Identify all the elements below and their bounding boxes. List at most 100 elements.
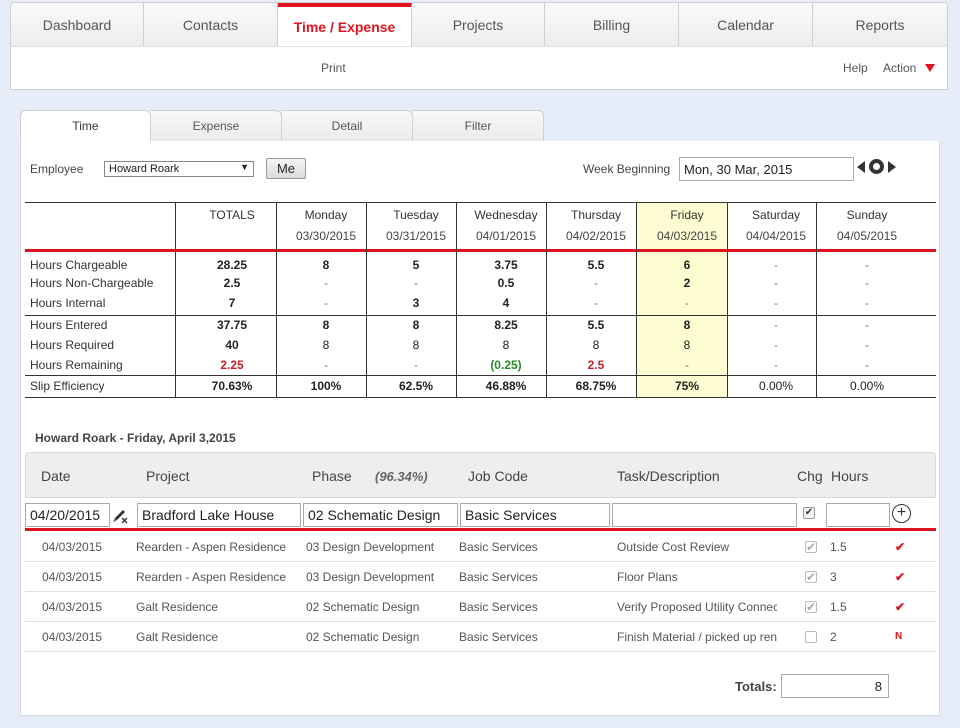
entry-phase-input[interactable]: 02 Schematic Design [303,503,458,527]
me-button[interactable]: Me [266,158,306,179]
add-entry-icon[interactable]: + [892,504,911,523]
col-project[interactable]: Project [146,468,190,484]
col-phase[interactable]: Phase [312,468,352,484]
entry-task-input[interactable] [612,503,797,527]
time-entry-row[interactable]: 04/03/2015 Rearden - Aspen Residence 03 De… [25,562,936,592]
entry-project-input[interactable]: Bradford Lake House [137,503,301,527]
summary-cell: - [594,276,598,290]
entry-phase: 03 Design Development [306,540,435,554]
entry-project: Rearden - Aspen Residence [136,570,287,584]
header-divider [25,249,936,252]
summary-cell: - [324,296,328,310]
tab-filter[interactable]: Filter [413,110,544,142]
column-header: Tuesday 03/31/2015 [372,208,460,243]
column-day: Wednesday [474,208,538,222]
summary-cell: 0.5 [497,276,515,290]
summary-cell: 8.25 [494,318,518,332]
tab-time[interactable]: Time [20,110,151,142]
chg-checkbox[interactable]: ✔ [805,571,817,583]
summary-cell: - [414,276,418,290]
print-link[interactable]: Print [321,61,346,75]
entry-date: 04/03/2015 [42,630,103,644]
summary-cell: 8 [322,338,330,352]
tab-calendar[interactable]: Calendar [679,3,813,46]
summary-cell: - [865,276,869,290]
column-day: Thursday [570,208,622,222]
col-job-code[interactable]: Job Code [468,468,528,484]
chg-checkbox[interactable] [805,631,817,643]
column-day: TOTALS [209,208,255,222]
entry-hours: 1.5 [830,540,847,554]
entry-job-code: Basic Services [459,630,538,644]
time-subtabs: Time Expense Detail Filter [20,110,545,142]
week-beginning-label: Week Beginning [583,162,671,176]
column-day: Friday [670,208,704,222]
column-date: 04/05/2015 [836,229,898,243]
column-header: Sunday 04/05/2015 [823,208,911,243]
tab-detail[interactable]: Detail [282,110,413,142]
entry-divider [25,528,936,531]
entry-date: 04/03/2015 [42,600,103,614]
summary-cell: 0.00% [849,379,885,393]
time-entry-row[interactable]: 04/03/2015 Galt Residence 02 Schematic Des… [25,622,936,652]
tab-dashboard[interactable]: Dashboard [11,3,144,46]
summary-cell: - [685,358,689,372]
entry-job-code-input[interactable]: Basic Services [460,503,610,527]
week-beginning-input[interactable]: Mon, 30 Mar, 2015 [679,157,854,181]
column-day: Sunday [846,208,888,222]
approved-check-icon: ✔ [895,540,906,554]
action-menu[interactable]: Action [883,61,916,75]
summary-cell: 40 [225,338,239,352]
help-link[interactable]: Help [843,61,868,75]
entry-date: 04/03/2015 [42,540,103,554]
previous-week-icon[interactable] [857,161,865,173]
tab-billing[interactable]: Billing [545,3,679,46]
entry-hours-input[interactable] [826,503,890,527]
tab-projects[interactable]: Projects [412,3,545,46]
entry-job-code: Basic Services [459,570,538,584]
dropdown-arrow-icon: ▼ [240,162,249,172]
pen-clear-icon[interactable] [111,508,129,524]
totals-label: Totals: [735,679,777,694]
status-not-approved: N [895,631,903,642]
summary-cell: 70.63% [211,379,253,393]
column-header: Monday 03/30/2015 [282,208,370,243]
tab-expense[interactable]: Expense [151,110,282,142]
caret-down-icon[interactable] [925,64,935,72]
summary-cell: 3.75 [494,258,518,272]
current-week-icon[interactable] [869,159,884,174]
tab-time-expense[interactable]: Time / Expense [278,3,412,46]
detail-title: Howard Roark - Friday, April 3,2015 [35,431,236,445]
tab-contacts[interactable]: Contacts [144,3,278,46]
row-label: Hours Chargeable [30,258,128,272]
col-chg[interactable]: Chg [797,468,823,484]
col-task[interactable]: Task/Description [617,468,720,484]
summary-cell: 75% [674,379,700,393]
employee-select[interactable]: Howard Roark ▼ [104,161,254,177]
summary-cell: - [865,318,869,332]
summary-cell: 2 [683,276,691,290]
entry-task: Finish Material / picked up renderings [617,630,777,644]
summary-cell: 2.5 [223,276,241,290]
chg-checkbox[interactable]: ✔ [805,541,817,553]
time-entry-row[interactable]: 04/03/2015 Galt Residence 02 Schematic Des… [25,592,936,622]
entry-hours: 1.5 [830,600,847,614]
col-date[interactable]: Date [41,468,71,484]
entry-hours: 2 [830,630,837,644]
tab-reports[interactable]: Reports [813,3,947,46]
entry-phase: 02 Schematic Design [306,630,420,644]
next-week-icon[interactable] [888,161,896,173]
summary-cell: 37.75 [216,318,248,332]
summary-cell: 62.5% [398,379,434,393]
time-entry-row[interactable]: 04/03/2015 Rearden - Aspen Residence 03 De… [25,532,936,562]
entry-job-code: Basic Services [459,540,538,554]
entry-phase: 03 Design Development [306,570,435,584]
entry-task: Verify Proposed Utility Connections [617,600,777,614]
row-label: Hours Required [30,338,115,352]
entry-date-input[interactable]: 04/20/2015 [25,503,110,527]
chg-checkbox[interactable]: ✔ [805,601,817,613]
summary-cell: - [865,358,869,372]
summary-cell: - [774,296,778,310]
entry-chg-checkbox[interactable]: ✔ [803,507,815,519]
col-hours[interactable]: Hours [831,468,868,484]
